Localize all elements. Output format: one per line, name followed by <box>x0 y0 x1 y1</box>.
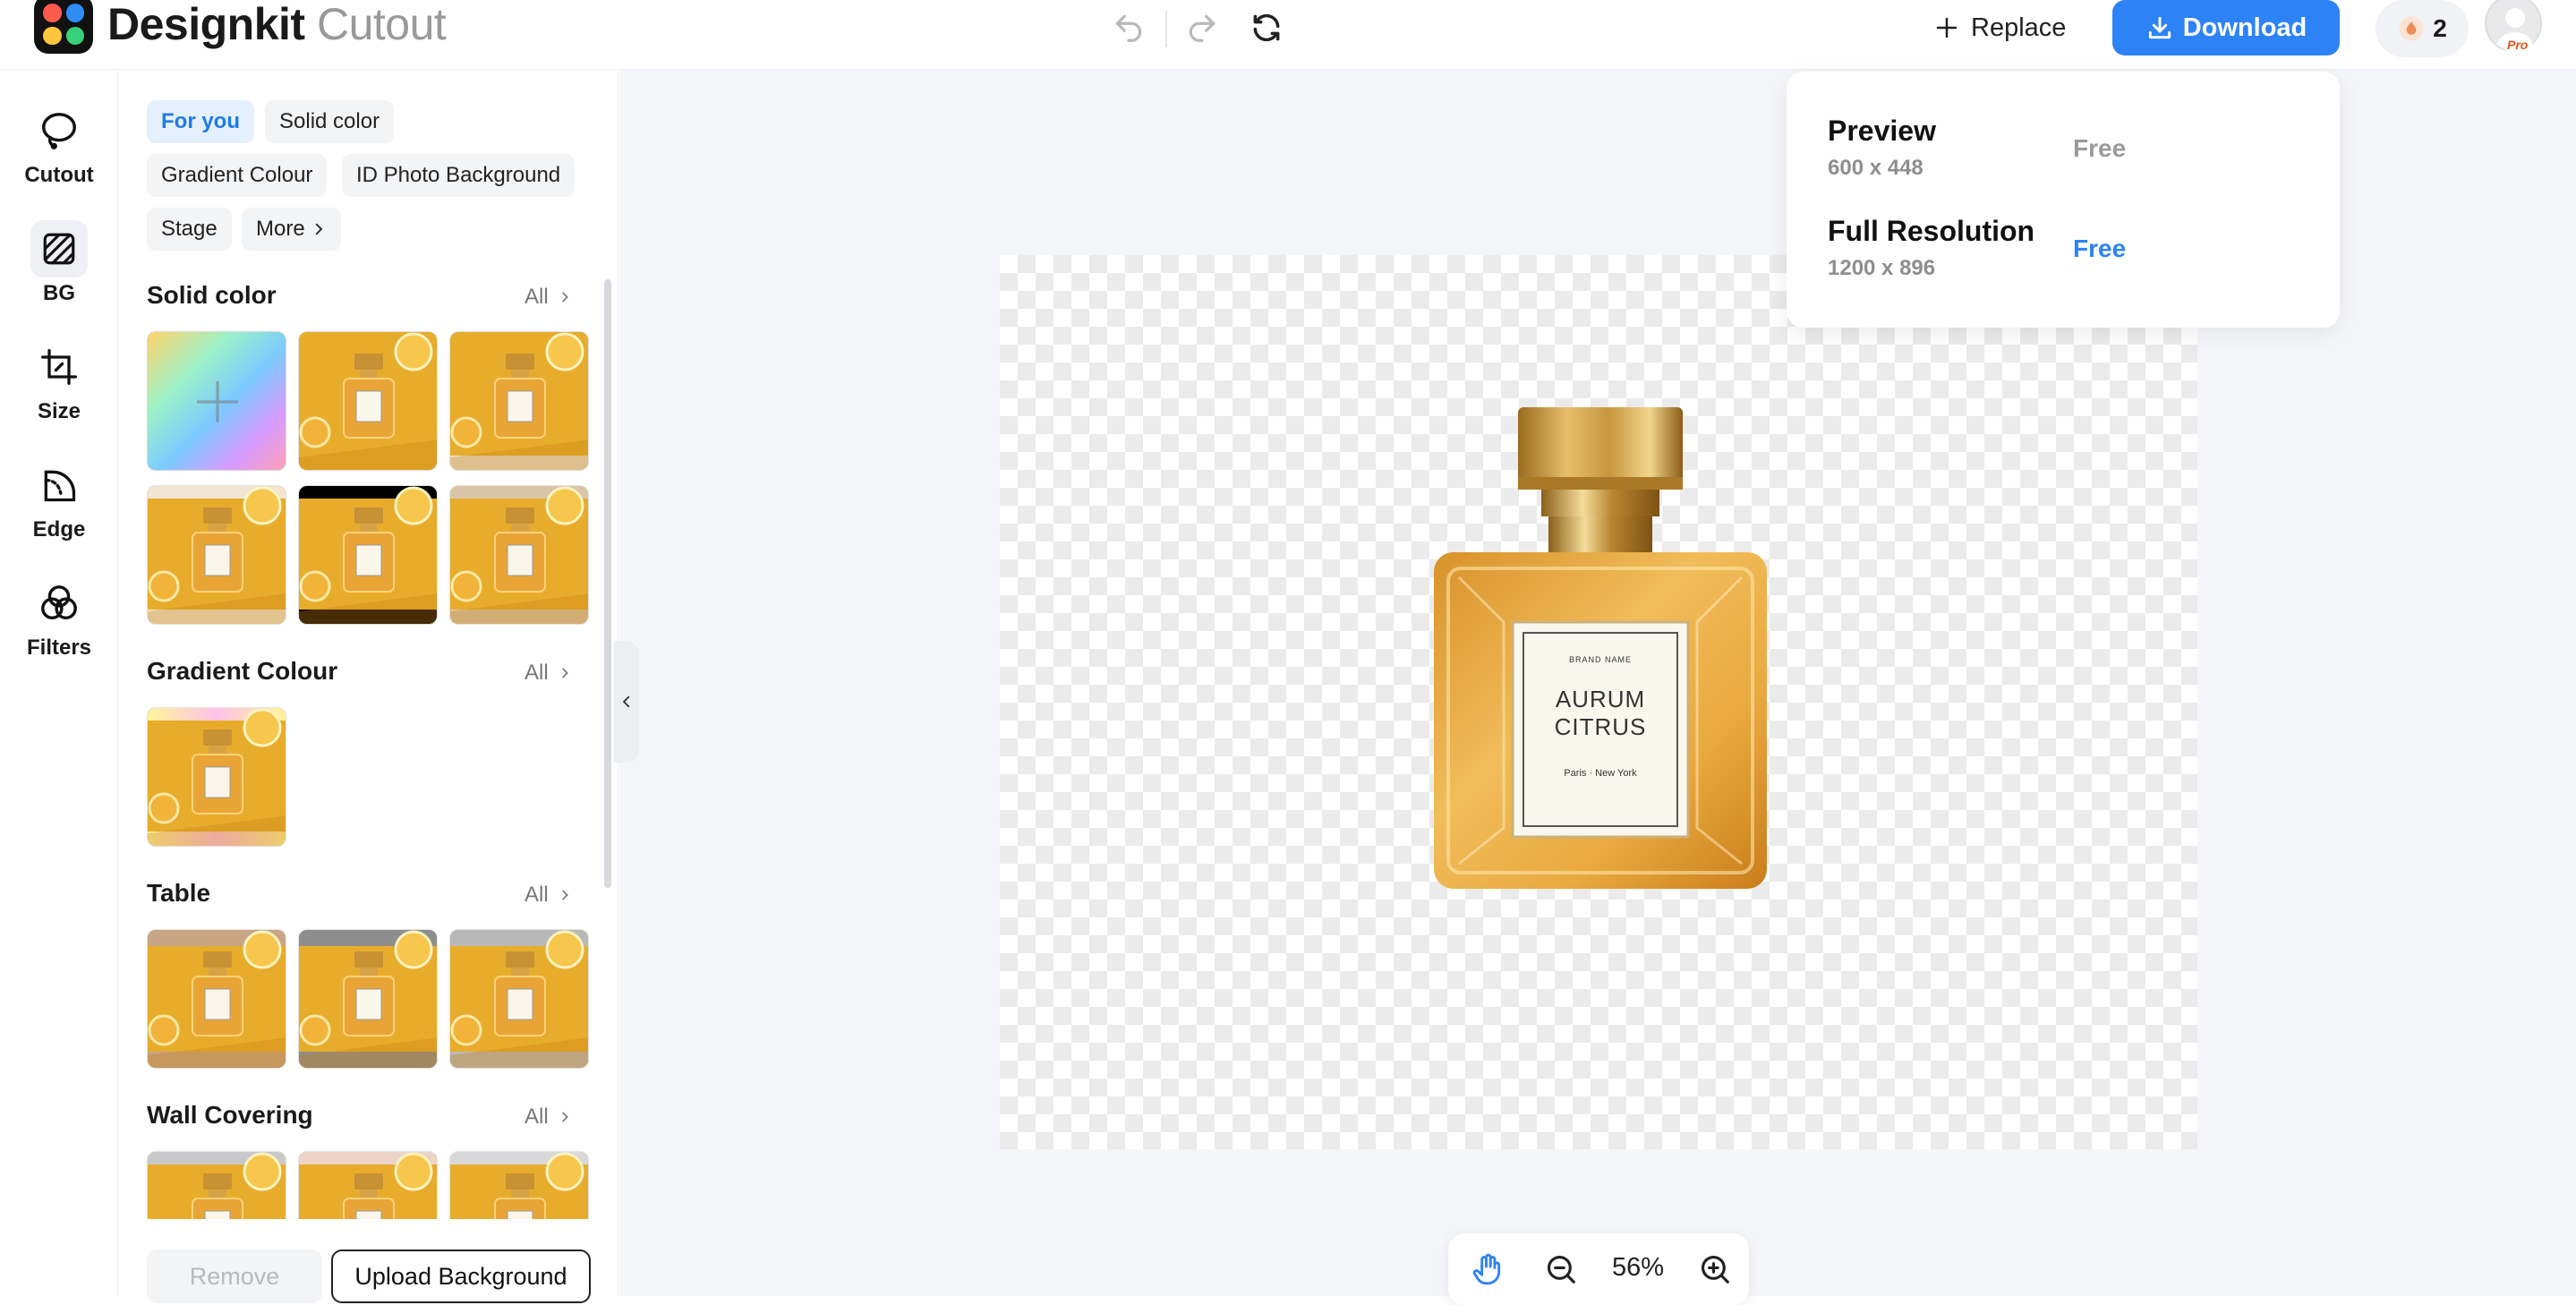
all-link-label: All <box>525 1105 549 1129</box>
tool-rail: Cutout BG Size Edge Filters <box>0 70 118 1296</box>
credits-badge[interactable]: 2 <box>2376 0 2469 57</box>
all-link-label: All <box>525 883 549 907</box>
download-options-popover: Preview 600 x 448 Free Full Resolution 1… <box>1787 72 2340 328</box>
download-icon <box>2148 16 2171 39</box>
label-line-2: CITRUS <box>1554 713 1647 740</box>
section-all-solid-color[interactable]: All <box>525 285 572 310</box>
rail-item-cutout[interactable]: Cutout <box>0 102 118 188</box>
crop-icon <box>30 338 88 396</box>
option-title: Full Resolution <box>1828 215 2035 247</box>
section-all-wall-covering[interactable]: All <box>525 1105 572 1130</box>
chip-solid-color[interactable]: Solid color <box>265 100 395 143</box>
rail-item-edge[interactable]: Edge <box>0 456 118 542</box>
collapse-panel-handle[interactable] <box>614 641 639 763</box>
option-price: Free <box>2073 134 2127 162</box>
hand-tool-icon[interactable] <box>1463 1244 1513 1294</box>
top-bar: Designkit Cutout Replace Download 2 Pro <box>0 0 2576 70</box>
zoom-toolbar: 56% <box>1448 1233 1749 1305</box>
rail-label: Cutout <box>24 163 94 187</box>
option-dimensions: 600 x 448 <box>1828 156 1923 180</box>
section-all-table[interactable]: All <box>525 883 572 908</box>
replace-label: Replace <box>1971 13 2067 42</box>
filters-icon <box>30 575 88 632</box>
all-link-label: All <box>525 661 549 685</box>
upload-background-button[interactable]: Upload Background <box>331 1250 591 1303</box>
credit-coin-icon <box>2399 16 2424 41</box>
chip-more[interactable]: More <box>242 208 341 251</box>
redo-icon[interactable] <box>1180 5 1224 50</box>
credits-count: 2 <box>2433 14 2447 42</box>
replace-button[interactable]: Replace <box>1933 5 2066 50</box>
background-thumbnail[interactable] <box>147 929 286 1069</box>
chip-more-label: More <box>256 217 305 241</box>
background-thumbnail[interactable] <box>298 331 438 471</box>
app-name: Designkit <box>107 0 305 49</box>
background-thumbnail[interactable] <box>449 331 589 471</box>
chevron-right-icon <box>315 223 323 235</box>
app-title: Designkit Cutout <box>107 0 447 55</box>
section-all-gradient-colour[interactable]: All <box>525 661 572 686</box>
option-title: Preview <box>1828 115 1936 147</box>
background-thumbnail[interactable] <box>298 929 438 1069</box>
app-module: Cutout <box>316 0 447 49</box>
rail-label: BG <box>43 281 75 305</box>
option-price: Free <box>2073 235 2127 262</box>
rail-item-size[interactable]: Size <box>0 338 118 424</box>
background-thumbnail[interactable] <box>298 485 438 625</box>
section-title-wall-covering: Wall Covering <box>147 1101 313 1129</box>
product-label: BRAND NAME AURUM CITRUS Paris · New York <box>1523 637 1677 831</box>
zoom-level: 56% <box>1611 1253 1665 1282</box>
plus-icon <box>1936 17 1958 38</box>
label-line-1: AURUM <box>1555 686 1646 712</box>
download-button[interactable]: Download <box>2112 0 2340 55</box>
remove-background-button[interactable]: Remove <box>147 1250 322 1303</box>
chip-id-photo-background[interactable]: ID Photo Background <box>342 154 576 197</box>
section-title-solid-color: Solid color <box>147 281 277 309</box>
plus-icon <box>196 380 239 423</box>
background-thumbnail[interactable] <box>449 485 589 625</box>
rail-label: Edge <box>32 517 86 542</box>
section-title-gradient-colour: Gradient Colour <box>147 657 338 685</box>
undo-icon[interactable] <box>1106 5 1151 50</box>
label-city: Paris · New York <box>1564 768 1637 779</box>
pro-badge: Pro <box>2503 38 2533 52</box>
zoom-out-icon[interactable] <box>1536 1244 1586 1294</box>
custom-color-picker[interactable] <box>147 331 286 471</box>
refresh-icon[interactable] <box>1244 5 1289 50</box>
chevron-right-icon <box>561 1112 568 1122</box>
chevron-right-icon <box>561 292 568 303</box>
rail-label: Filters <box>26 635 92 660</box>
hatched-square-icon <box>30 220 88 277</box>
chevron-right-icon <box>561 890 568 900</box>
chip-stage[interactable]: Stage <box>147 208 232 251</box>
designkit-logo-icon[interactable] <box>34 0 93 54</box>
label-brand: BRAND NAME <box>1568 655 1632 664</box>
background-thumbnail[interactable] <box>147 485 286 625</box>
rail-label: Size <box>37 399 81 423</box>
background-thumbnail[interactable] <box>449 929 589 1069</box>
rail-item-bg[interactable]: BG <box>0 220 118 306</box>
section-title-table: Table <box>147 879 211 907</box>
rail-item-filters[interactable]: Filters <box>0 575 118 661</box>
all-link-label: All <box>525 285 549 309</box>
download-label: Download <box>2182 13 2307 42</box>
chip-gradient-colour[interactable]: Gradient Colour <box>147 154 328 197</box>
panel-scrollbar[interactable] <box>604 279 611 888</box>
background-thumbnail[interactable] <box>147 707 286 847</box>
chevron-right-icon <box>561 668 568 678</box>
zoom-in-icon[interactable] <box>1690 1244 1740 1294</box>
chip-for-you[interactable]: For you <box>147 100 254 143</box>
lasso-icon <box>30 102 88 159</box>
chevron-left-icon <box>622 695 630 708</box>
toolbar-divider <box>1165 11 1167 47</box>
option-dimensions: 1200 x 896 <box>1828 256 1936 280</box>
edge-icon <box>30 456 88 514</box>
